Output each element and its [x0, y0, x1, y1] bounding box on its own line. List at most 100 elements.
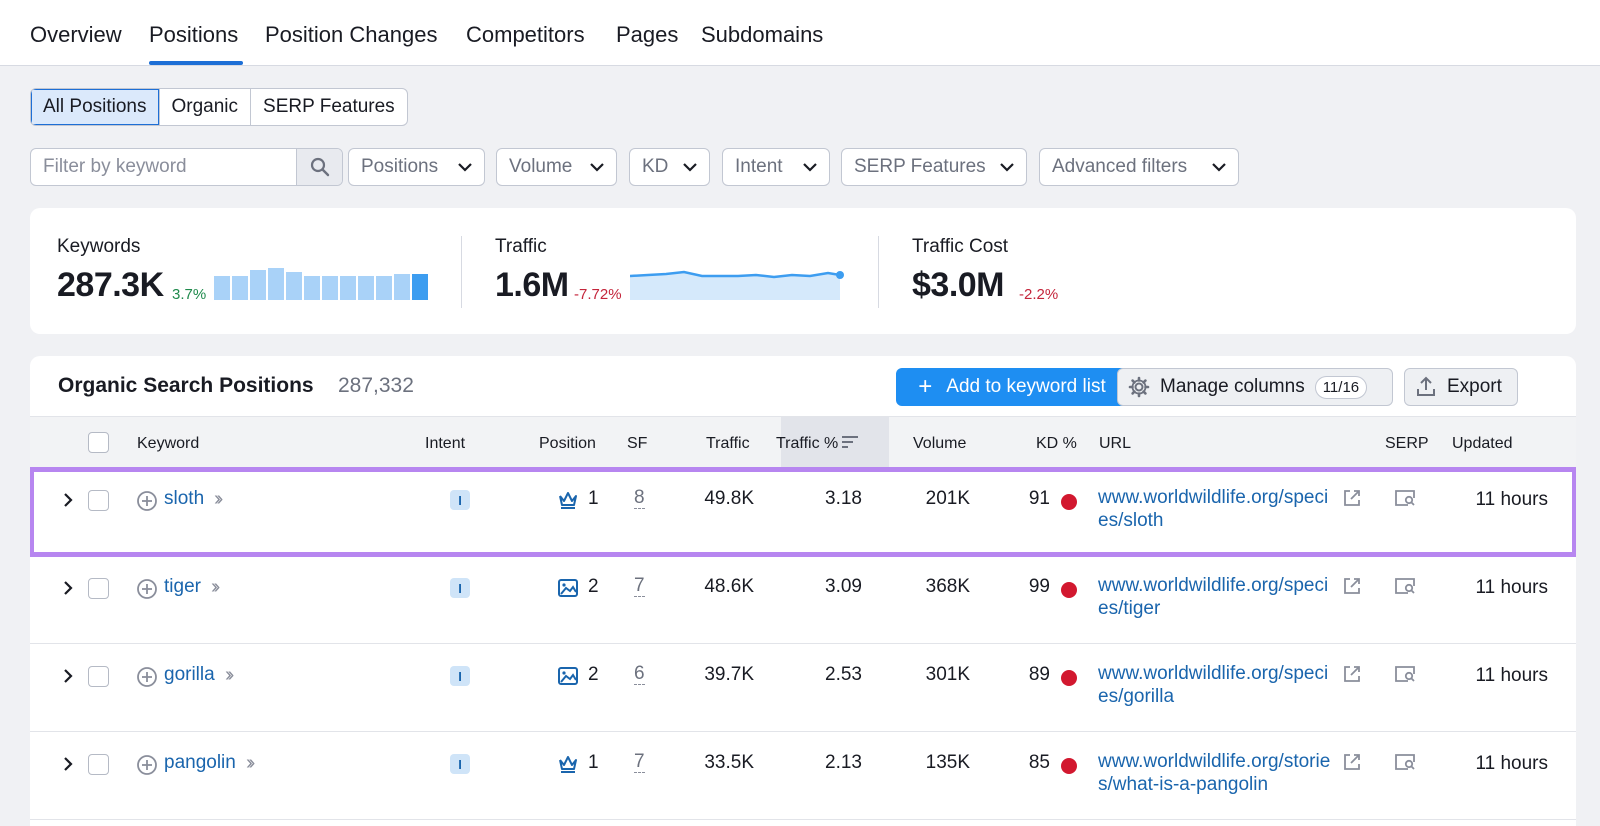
column-updated[interactable]: Updated	[1452, 435, 1513, 453]
add-keyword-icon[interactable]	[136, 666, 158, 688]
expand-chevron-icon[interactable]	[62, 580, 74, 596]
keywords-delta: 3.7%	[172, 286, 207, 303]
keywords-value[interactable]: 287.3K	[57, 266, 164, 305]
keyword-link[interactable]: sloth	[164, 488, 204, 510]
column-traffic[interactable]: Traffic	[706, 435, 750, 453]
serp-snapshot-icon[interactable]	[1394, 488, 1416, 508]
url-link[interactable]: www.worldwildlife.org/species/tiger	[1098, 574, 1338, 620]
kd-difficulty-dot	[1061, 494, 1077, 510]
column-sf[interactable]: SF	[627, 435, 647, 453]
serp-snapshot-icon[interactable]	[1394, 576, 1416, 596]
add-keyword-icon[interactable]	[136, 754, 158, 776]
export-label: Export	[1447, 376, 1502, 397]
keyword-details-icon[interactable]: ››	[246, 752, 256, 775]
row-checkbox[interactable]	[88, 754, 109, 775]
chevron-down-icon	[590, 160, 604, 174]
keyword-link[interactable]: tiger	[164, 576, 201, 598]
traffic-value[interactable]: 1.6M	[495, 266, 569, 305]
add-to-keyword-list-button[interactable]: + Add to keyword list	[896, 368, 1128, 406]
position-value: 1	[588, 752, 599, 773]
column-intent[interactable]: Intent	[425, 435, 465, 453]
external-link-icon[interactable]	[1342, 488, 1362, 508]
export-icon	[1417, 376, 1435, 396]
positions-filter[interactable]: Positions	[348, 148, 485, 186]
external-link-icon[interactable]	[1342, 752, 1362, 772]
advanced-filters[interactable]: Advanced filters	[1039, 148, 1239, 186]
crown-icon	[557, 754, 579, 779]
row-checkbox[interactable]	[88, 490, 109, 511]
manage-columns-button[interactable]: Manage columns 11/16	[1117, 368, 1393, 406]
column-volume[interactable]: Volume	[913, 435, 966, 453]
tab-overview[interactable]: Overview	[30, 22, 122, 48]
manage-columns-label: Manage columns	[1160, 376, 1305, 397]
add-keyword-icon[interactable]	[136, 578, 158, 600]
kd-value: 99	[1028, 576, 1050, 597]
traffic-trend-chart	[630, 270, 844, 300]
organic-positions-table: Organic Search Positions 287,332 + Add t…	[30, 356, 1576, 826]
segment-organic[interactable]: Organic	[160, 89, 252, 125]
url-link[interactable]: www.worldwildlife.org/species/sloth	[1098, 486, 1338, 532]
segment-serp-features[interactable]: SERP Features	[251, 89, 407, 125]
row-checkbox[interactable]	[88, 578, 109, 599]
keyword-details-icon[interactable]: ››	[211, 576, 221, 599]
add-keyword-icon[interactable]	[136, 490, 158, 512]
traffic-cost-value[interactable]: $3.0M	[912, 266, 1005, 305]
column-kd[interactable]: KD %	[1036, 435, 1077, 453]
serp-features-count[interactable]: 7	[634, 576, 645, 597]
plus-icon: +	[918, 373, 933, 400]
keywords-trend-bars	[214, 268, 428, 300]
keyword-details-icon[interactable]: ››	[214, 488, 224, 511]
keyword-link[interactable]: pangolin	[164, 752, 236, 774]
url-link[interactable]: www.worldwildlife.org/stories/what-is-a-…	[1098, 750, 1338, 796]
kd-filter[interactable]: KD	[629, 148, 710, 186]
table-row[interactable]: tiger ›› I 2 7 48.6K 3.09 368K 99 www.worldwildli…	[30, 556, 1576, 644]
expand-chevron-icon[interactable]	[62, 668, 74, 684]
table-row[interactable]: sloth ›› I 1 8 49.8K 3.18 201K 91 www.worldwildli…	[30, 467, 1576, 557]
keyword-filter-input[interactable]	[31, 149, 299, 185]
volume-filter[interactable]: Volume	[496, 148, 617, 186]
tab-position-changes[interactable]: Position Changes	[265, 22, 437, 48]
tab-positions[interactable]: Positions	[149, 22, 238, 48]
tab-competitors[interactable]: Competitors	[466, 22, 585, 48]
kd-difficulty-dot	[1061, 758, 1077, 774]
table-title: Organic Search Positions	[58, 374, 314, 397]
volume-filter-label: Volume	[509, 156, 573, 177]
external-link-icon[interactable]	[1342, 576, 1362, 596]
expand-chevron-icon[interactable]	[62, 756, 74, 772]
table-row[interactable]: pangolin ›› I 1 7 33.5K 2.13 135K 85 www.worldwil…	[30, 732, 1576, 820]
tab-subdomains[interactable]: Subdomains	[701, 22, 823, 48]
traffic-percent-value: 3.18	[825, 488, 862, 509]
serp-features-count[interactable]: 7	[634, 752, 645, 773]
updated-value: 11 hours	[1475, 753, 1548, 774]
column-position[interactable]: Position	[539, 435, 596, 453]
column-traffic-percent[interactable]: Traffic %	[776, 435, 838, 453]
external-link-icon[interactable]	[1342, 664, 1362, 684]
select-all-checkbox[interactable]	[88, 432, 109, 453]
serp-features-filter[interactable]: SERP Features	[841, 148, 1027, 186]
tab-pages[interactable]: Pages	[616, 22, 678, 48]
segment-all-positions[interactable]: All Positions	[31, 89, 160, 125]
search-button[interactable]	[296, 149, 342, 185]
crown-icon	[557, 490, 579, 515]
traffic-value: 49.8K	[704, 488, 754, 509]
advanced-filters-label: Advanced filters	[1052, 156, 1188, 177]
column-serp[interactable]: SERP	[1385, 435, 1429, 453]
keyword-link[interactable]: gorilla	[164, 664, 215, 686]
updated-value: 11 hours	[1475, 577, 1548, 598]
url-link[interactable]: www.worldwildlife.org/species/gorilla	[1098, 662, 1338, 708]
expand-chevron-icon[interactable]	[62, 492, 74, 508]
serp-snapshot-icon[interactable]	[1394, 664, 1416, 684]
sort-descending-icon[interactable]	[842, 435, 858, 449]
row-checkbox[interactable]	[88, 666, 109, 687]
intent-filter[interactable]: Intent	[722, 148, 830, 186]
serp-snapshot-icon[interactable]	[1394, 752, 1416, 772]
chevron-down-icon	[1212, 160, 1226, 174]
export-button[interactable]: Export	[1404, 368, 1518, 406]
traffic-value: 48.6K	[704, 576, 754, 597]
serp-features-count[interactable]: 8	[634, 488, 645, 509]
column-keyword[interactable]: Keyword	[137, 435, 199, 453]
table-row[interactable]: gorilla ›› I 2 6 39.7K 2.53 301K 89 www.worldwild…	[30, 644, 1576, 732]
keyword-details-icon[interactable]: ››	[225, 664, 235, 687]
serp-features-count[interactable]: 6	[634, 664, 645, 685]
column-url[interactable]: URL	[1099, 435, 1131, 453]
